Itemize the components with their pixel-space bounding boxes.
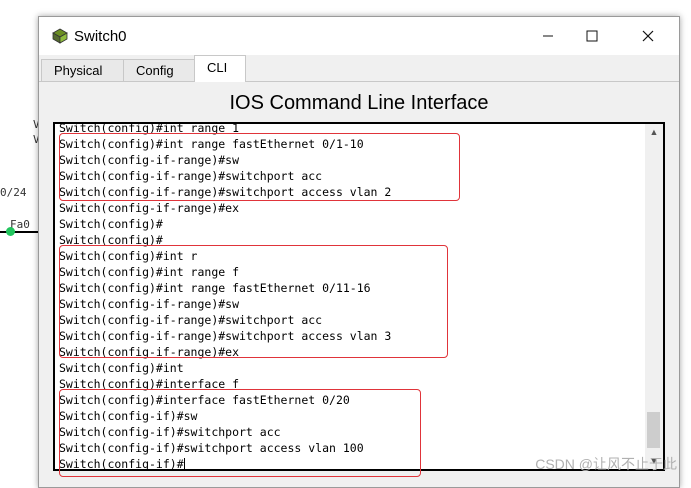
tab-bar: Physical Config CLI xyxy=(39,55,679,82)
console-line: Switch(config)#int range fastEthernet 0/… xyxy=(59,137,364,151)
scroll-up-arrow-icon[interactable]: ▲ xyxy=(645,124,663,140)
console-line: Switch(config)#int r xyxy=(59,249,198,263)
background-subnet-label: 0/24 xyxy=(0,186,27,199)
console-line: Switch(config)#int range fastEthernet 0/… xyxy=(59,281,371,295)
tab-cli[interactable]: CLI xyxy=(194,55,246,82)
prompt-text: Switch(config-if)# xyxy=(59,457,184,471)
console-line: Switch(config)# xyxy=(59,217,163,231)
console-line: Switch(config-if-range)#switchport acces… xyxy=(59,329,392,343)
console-line: Switch(config-if-range)#ex xyxy=(59,201,240,215)
console-line: Switch(config-if)#sw xyxy=(59,409,198,423)
tab-config[interactable]: Config xyxy=(123,59,195,81)
vertical-scrollbar[interactable]: ▲ ▼ xyxy=(645,124,663,469)
console-line: Switch(config)#interface f xyxy=(59,377,240,391)
close-icon xyxy=(642,30,654,42)
switch-window: Switch0 Physical Config CLI IOS Command … xyxy=(38,16,680,488)
console-line: Switch(config)#interface fastEthernet 0/… xyxy=(59,393,350,407)
console-line: Switch(config-if-range)#sw xyxy=(59,297,240,311)
console-line: Switch(config-if-range)#switchport acc xyxy=(59,169,323,183)
maximize-icon xyxy=(586,30,598,42)
console-line: Switch(config-if-range)#sw xyxy=(59,153,240,167)
console-line: Switch(config-if-range)#switchport acc xyxy=(59,313,323,327)
switch-app-icon xyxy=(52,28,68,44)
text-cursor xyxy=(183,458,185,471)
scrollbar-thumb[interactable] xyxy=(647,412,660,448)
maximize-button[interactable] xyxy=(569,17,615,55)
watermark: CSDN @让风不止于此 xyxy=(535,456,677,472)
console-line: Switch(config)#int range f xyxy=(59,265,240,279)
link-status-dot xyxy=(6,227,15,236)
console-line: Switch(config-if-range)#switchport acces… xyxy=(59,185,392,199)
console-line: Switch(config)#int range 1 xyxy=(59,121,240,135)
console-line: Switch(config)#int xyxy=(59,361,184,375)
tab-physical[interactable]: Physical xyxy=(41,59,125,81)
console-line: Switch(config-if-range)#ex xyxy=(59,345,240,359)
minimize-button[interactable] xyxy=(525,17,571,55)
console-line: Switch(config-if)#switchport acc xyxy=(59,425,281,439)
cli-heading: IOS Command Line Interface xyxy=(229,92,489,114)
minimize-icon xyxy=(543,35,553,37)
cli-panel: IOS Command Line Interface Switch(config… xyxy=(39,82,679,487)
window-title: Switch0 xyxy=(74,28,127,45)
cli-console[interactable]: Switch(config)#int range 1 Switch(config… xyxy=(53,120,665,477)
console-output[interactable]: Switch(config)#int range 1 Switch(config… xyxy=(59,120,639,472)
title-bar[interactable]: Switch0 xyxy=(39,17,679,55)
console-line: Switch(config)# xyxy=(59,233,163,247)
close-button[interactable] xyxy=(625,17,671,55)
